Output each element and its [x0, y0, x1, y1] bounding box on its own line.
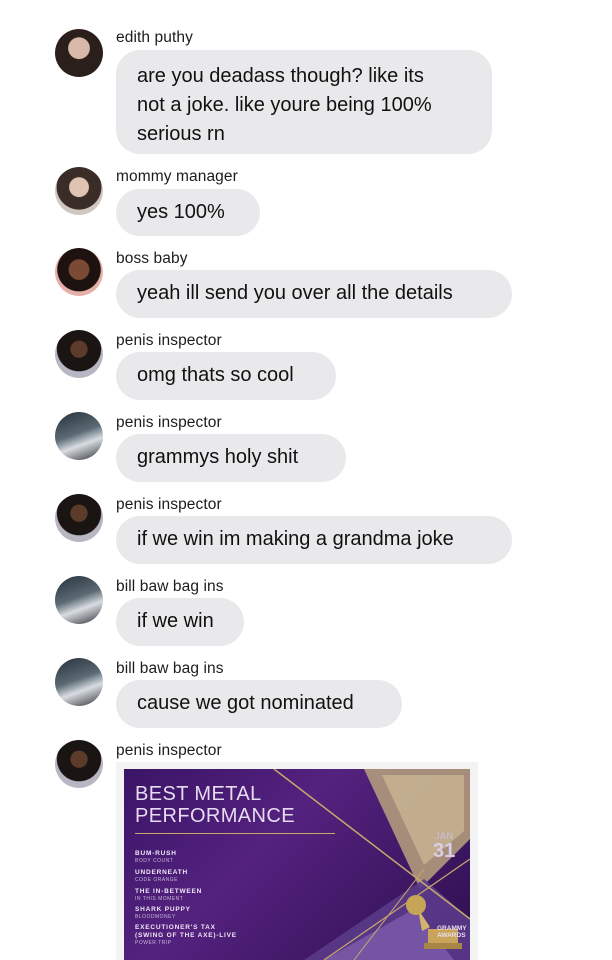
message-text-line: not a joke. like youre being 100% — [137, 94, 432, 116]
nominee-name: EXECUTIONER'S TAX — [135, 924, 216, 931]
award-title-line: BEST METAL — [135, 783, 262, 805]
award-title-line: PERFORMANCE — [135, 805, 295, 827]
nominee-name: BUM-RUSH — [135, 850, 177, 857]
award-card: BEST METAL PERFORMANCE BUM-RUSH BODY COU… — [124, 769, 470, 960]
message-bubble[interactable]: grammys holy shit — [116, 434, 346, 482]
message-bubble[interactable]: omg thats so cool — [116, 352, 336, 400]
avatar[interactable] — [55, 29, 103, 77]
message-text-line: serious rn — [137, 123, 225, 145]
sender-name: bill baw bag ins — [116, 578, 224, 595]
shared-image[interactable]: BEST METAL PERFORMANCE BUM-RUSH BODY COU… — [116, 762, 478, 960]
sender-name: boss baby — [116, 250, 188, 267]
date-day: 31 — [433, 840, 456, 862]
avatar[interactable] — [55, 248, 103, 296]
sender-name: edith puthy — [116, 29, 193, 46]
avatar[interactable] — [55, 412, 103, 460]
nominee: THE IN-BETWEEN IN THIS MOMENT — [135, 888, 202, 902]
avatar[interactable] — [55, 330, 103, 378]
award-title: BEST METAL PERFORMANCE — [135, 783, 295, 827]
message-bubble[interactable]: yes 100% — [116, 189, 260, 236]
nominee-artist: BLOODMONEY — [135, 914, 176, 920]
message-bubble[interactable]: if we win — [116, 598, 244, 646]
message-bubble[interactable]: if we win im making a grandma joke — [116, 516, 512, 564]
divider — [135, 833, 335, 834]
nominee-artist: CODE ORANGE — [135, 877, 179, 883]
sender-name: penis inspector — [116, 742, 222, 759]
nominee-name: UNDERNEATH — [135, 869, 189, 876]
avatar[interactable] — [55, 740, 103, 788]
sender-name: mommy manager — [116, 168, 238, 185]
message-bubble[interactable]: yeah ill send you over all the details — [116, 270, 512, 318]
avatar[interactable] — [55, 167, 103, 215]
avatar[interactable] — [55, 576, 103, 624]
nominee: UNDERNEATH CODE ORANGE — [135, 869, 188, 883]
message-text-line: are you deadass though? like its — [137, 65, 424, 87]
message-bubble[interactable]: are you deadass though? like its not a j… — [116, 50, 492, 154]
nominee-name: SHARK PUPPY — [135, 906, 191, 913]
sender-name: penis inspector — [116, 332, 222, 349]
sender-name: penis inspector — [116, 496, 222, 513]
sender-name: bill baw bag ins — [116, 660, 224, 677]
nominee-artist: BODY COUNT — [135, 858, 174, 864]
nominee: SHARK PUPPY BLOODMONEY — [135, 906, 191, 920]
nominee: BUM-RUSH BODY COUNT — [135, 850, 177, 864]
nominee-artist: POWER TRIP — [135, 940, 172, 946]
nominee-name: (SWING OF THE AXE)-LIVE — [135, 932, 237, 939]
message-bubble[interactable]: cause we got nominated — [116, 680, 402, 728]
grammy-logo: GRAMMY AWARDS — [437, 925, 467, 939]
avatar[interactable] — [55, 658, 103, 706]
nominee: EXECUTIONER'S TAX (SWING OF THE AXE)-LIV… — [135, 924, 237, 946]
sender-name: penis inspector — [116, 414, 222, 431]
nominee-artist: IN THIS MOMENT — [135, 896, 184, 902]
nominee-name: THE IN-BETWEEN — [135, 888, 203, 895]
avatar[interactable] — [55, 494, 103, 542]
